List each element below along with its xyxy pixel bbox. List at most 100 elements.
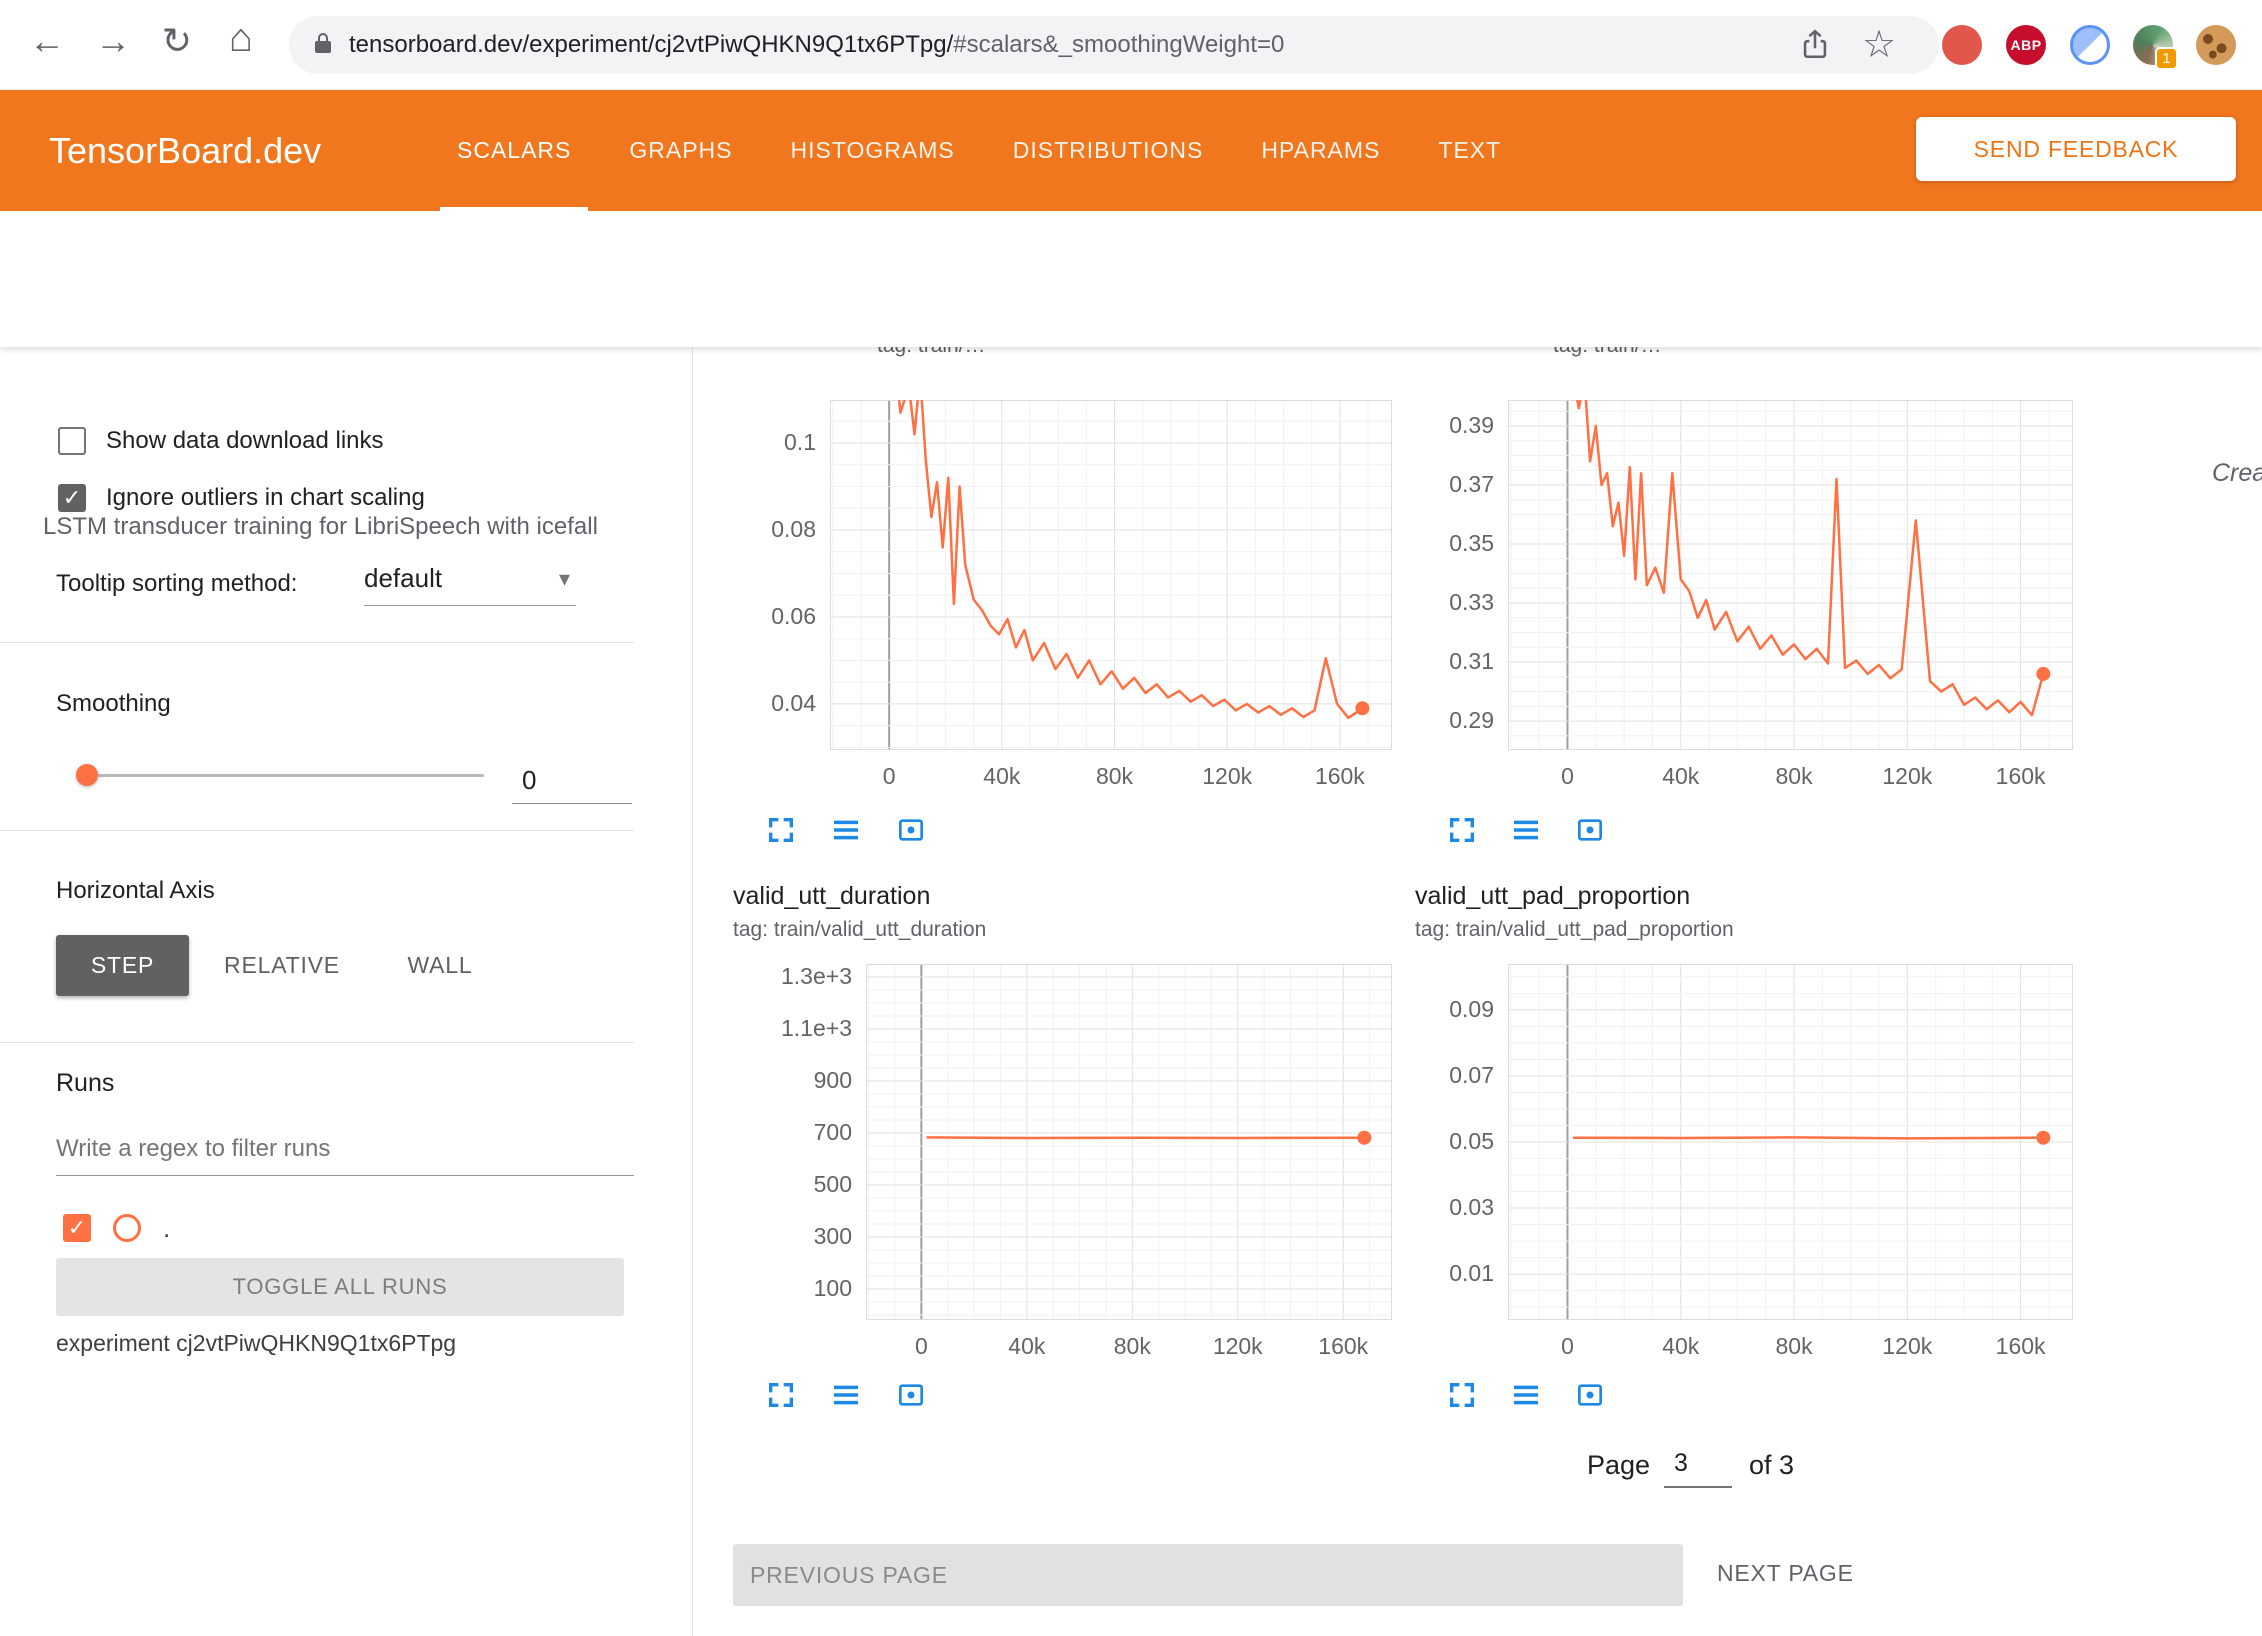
next-page-button[interactable]: NEXT PAGE — [1717, 1560, 1854, 1587]
smoothing-slider-track[interactable] — [98, 774, 484, 777]
chevron-down-icon: ▾ — [559, 566, 570, 592]
x-tick-label: 0 — [876, 1333, 966, 1360]
tab-histograms[interactable]: HISTOGRAMS — [762, 90, 984, 211]
runs-selector-icon[interactable] — [1510, 1379, 1542, 1411]
axis-relative-button[interactable]: RELATIVE — [212, 935, 352, 996]
y-tick-label: 0.29 — [1386, 707, 1494, 734]
fullscreen-icon[interactable] — [1446, 814, 1478, 846]
charts-grid: tag: train/…0.040.060.080.1040k80k120k16… — [693, 347, 2262, 1636]
x-tick-label: 80k — [1070, 763, 1160, 790]
reload-icon[interactable]: ↻ — [152, 20, 202, 62]
runs-selector-icon[interactable] — [830, 814, 862, 846]
x-tick-label: 40k — [1636, 763, 1726, 790]
chart-valid-utt-pad-proportion[interactable] — [1508, 964, 2073, 1320]
tab-distributions[interactable]: DISTRIBUTIONS — [984, 90, 1233, 211]
runs-regex-placeholder: Write a regex to filter runs — [56, 1135, 330, 1162]
chart-tag: tag: train/valid_utt_pad_proportion — [1415, 918, 1734, 942]
tooltip-sort-dropdown[interactable]: default ▾ — [364, 552, 576, 606]
home-icon[interactable]: ⌂ — [216, 16, 266, 61]
content-area: tag: train/…0.040.060.080.1040k80k120k16… — [693, 347, 2262, 1636]
fullscreen-icon[interactable] — [765, 1379, 797, 1411]
page-number-input[interactable]: 3 — [1664, 1449, 1732, 1488]
app-brand[interactable]: TensorBoard.dev — [49, 130, 321, 172]
smoothing-label: Smoothing — [56, 690, 171, 718]
ignore-outliers-label: Ignore outliers in chart scaling — [106, 484, 425, 512]
notification-badge: 1 — [2155, 47, 2178, 70]
runs-selector-icon[interactable] — [1510, 814, 1542, 846]
chart-top-left[interactable] — [830, 400, 1392, 750]
run-row: ✓ . — [63, 1213, 170, 1243]
chart-top-right[interactable] — [1508, 400, 2073, 750]
fullscreen-icon[interactable] — [765, 814, 797, 846]
smoothing-value-input[interactable]: 0 — [512, 760, 632, 804]
chart-title: valid_utt_pad_proportion — [1415, 882, 1690, 911]
axis-wall-button[interactable]: WALL — [385, 935, 495, 996]
x-tick-label: 120k — [1182, 763, 1272, 790]
y-tick-label: 0.31 — [1386, 648, 1494, 675]
axis-step-button[interactable]: STEP — [56, 935, 189, 996]
fullscreen-icon[interactable] — [1446, 1379, 1478, 1411]
horizontal-axis-label: Horizontal Axis — [56, 877, 215, 905]
lighthouse-extension-icon[interactable] — [2070, 25, 2110, 65]
series-line — [927, 1137, 1365, 1138]
series-line — [1573, 1137, 2043, 1138]
y-tick-label: 0.07 — [1386, 1062, 1494, 1089]
share-icon[interactable] — [1798, 27, 1832, 66]
fit-domain-icon[interactable] — [1574, 814, 1606, 846]
created-text-fragment: Crea — [2212, 459, 2262, 488]
y-tick-label: 900 — [744, 1067, 852, 1094]
profile-avatar[interactable]: 1 — [2133, 25, 2173, 65]
divider — [0, 1042, 634, 1043]
x-tick-label: 160k — [1976, 1333, 2066, 1360]
forward-icon[interactable]: → — [88, 20, 138, 62]
runs-selector-icon[interactable] — [830, 1379, 862, 1411]
show-download-links-checkbox[interactable] — [58, 427, 86, 455]
previous-page-button[interactable]: PREVIOUS PAGE — [733, 1544, 1683, 1606]
y-tick-label: 0.01 — [1386, 1260, 1494, 1287]
tab-text[interactable]: TEXT — [1409, 90, 1530, 211]
series-line — [1570, 400, 2043, 715]
fit-domain-icon[interactable] — [1574, 1379, 1606, 1411]
y-tick-label: 0.06 — [708, 603, 816, 630]
x-tick-label: 0 — [1522, 763, 1612, 790]
x-tick-label: 160k — [1298, 1333, 1388, 1360]
chart-tag: tag: train/… — [1553, 347, 1662, 358]
send-feedback-button[interactable]: SEND FEEDBACK — [1916, 117, 2236, 181]
x-tick-label: 160k — [1976, 763, 2066, 790]
y-tick-label: 0.33 — [1386, 589, 1494, 616]
abp-extension-icon[interactable]: ABP — [2006, 25, 2046, 65]
browser-toolbar: ← → ↻ ⌂ tensorboard.dev/experiment/cj2vt… — [0, 0, 2262, 90]
adblocker-extension-icon[interactable] — [1942, 25, 1982, 65]
y-tick-label: 700 — [744, 1119, 852, 1146]
toggle-all-runs-button[interactable]: TOGGLE ALL RUNS — [56, 1258, 624, 1316]
y-tick-label: 1.1e+3 — [744, 1015, 852, 1042]
show-download-links-row: Show data download links — [58, 426, 384, 456]
tab-scalars[interactable]: SCALARS — [428, 90, 600, 211]
run-color-swatch — [113, 1214, 141, 1242]
show-download-links-label: Show data download links — [106, 427, 384, 455]
ignore-outliers-checkbox[interactable]: ✓ — [58, 484, 86, 512]
address-bar[interactable]: tensorboard.dev/experiment/cj2vtPiwQHKN9… — [289, 16, 1939, 74]
x-tick-label: 120k — [1862, 763, 1952, 790]
page-of-label: of 3 — [1749, 1450, 1794, 1481]
series-end-dot — [2036, 1131, 2050, 1145]
experiment-header: Crea LSTM transducer training for LibriS… — [0, 211, 2262, 347]
tab-hparams[interactable]: HPARAMS — [1232, 90, 1409, 211]
run-checkbox[interactable]: ✓ — [63, 1214, 91, 1242]
back-icon[interactable]: ← — [22, 20, 72, 62]
cookie-extension-icon[interactable] — [2196, 25, 2236, 65]
runs-regex-input[interactable]: Write a regex to filter runs — [56, 1122, 634, 1176]
x-tick-label: 0 — [844, 763, 934, 790]
bookmark-star-icon[interactable]: ☆ — [1862, 22, 1896, 67]
y-tick-label: 0.03 — [1386, 1194, 1494, 1221]
chart-valid-utt-duration[interactable] — [866, 964, 1392, 1320]
x-tick-label: 40k — [1636, 1333, 1726, 1360]
url-text: tensorboard.dev/experiment/cj2vtPiwQHKN9… — [349, 31, 1284, 59]
tab-graphs[interactable]: GRAPHS — [600, 90, 761, 211]
run-name: . — [163, 1213, 170, 1244]
fit-domain-icon[interactable] — [895, 1379, 927, 1411]
smoothing-slider-thumb[interactable] — [76, 764, 98, 786]
y-tick-label: 0.37 — [1386, 471, 1494, 498]
series-end-dot — [1355, 701, 1369, 715]
fit-domain-icon[interactable] — [895, 814, 927, 846]
